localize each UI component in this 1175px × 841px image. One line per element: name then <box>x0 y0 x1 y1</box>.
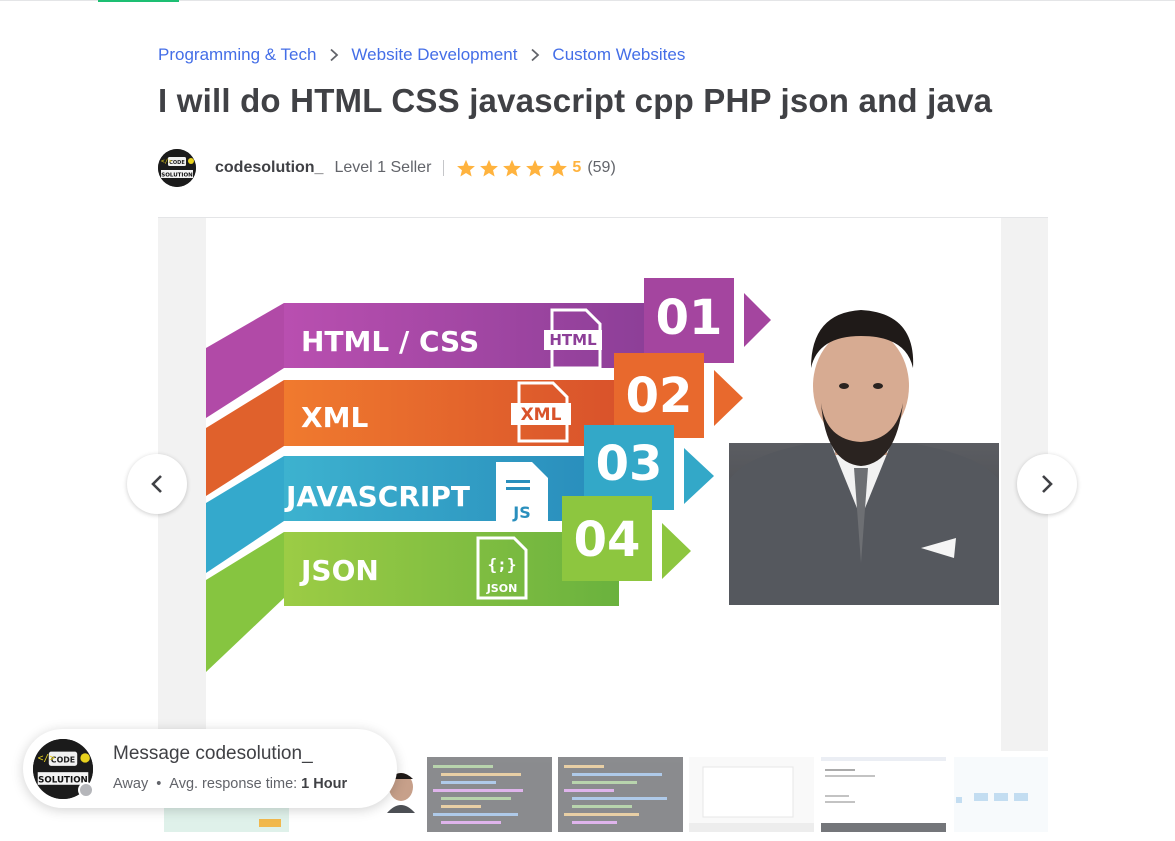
star-icon <box>549 159 568 177</box>
review-count-link[interactable]: (59) <box>587 159 615 177</box>
top-nav-active-indicator <box>98 0 179 2</box>
away-status-icon <box>78 782 94 798</box>
seller-overview: CODE </> SOLUTION codesolution_ Level 1 … <box>158 149 616 187</box>
svg-text:</>: </> <box>38 753 55 764</box>
gallery-thumbnail[interactable] <box>427 757 552 832</box>
breadcrumb-programming-tech[interactable]: Programming & Tech <box>158 45 316 65</box>
svg-text:03: 03 <box>596 436 663 492</box>
breadcrumb: Programming & Tech Website Development C… <box>158 44 685 66</box>
gallery-thumbnail[interactable] <box>821 757 946 832</box>
chevron-left-icon <box>151 475 162 493</box>
chat-title: Message codesolution_ <box>113 743 313 764</box>
seller-name-link[interactable]: codesolution_ <box>215 159 323 177</box>
star-rating <box>456 159 568 178</box>
response-time-label: Avg. response time: <box>169 776 298 792</box>
chat-status: Away <box>113 776 149 792</box>
svg-text:HTML: HTML <box>549 331 597 349</box>
gig-title: I will do HTML CSS javascript cpp PHP js… <box>158 82 993 119</box>
gallery-next-button[interactable] <box>1017 454 1077 514</box>
response-time-value: 1 Hour <box>301 776 348 792</box>
svg-text:01: 01 <box>656 290 723 346</box>
svg-text:</>: </> <box>161 158 172 165</box>
gallery-thumbnail[interactable] <box>689 757 814 832</box>
separator-dot: • <box>156 776 162 792</box>
breadcrumb-website-development[interactable]: Website Development <box>351 45 517 65</box>
svg-text:04: 04 <box>574 512 641 568</box>
star-icon <box>480 159 499 177</box>
chevron-right-icon <box>517 48 552 62</box>
chat-status-line: Away • Avg. response time: 1 Hour <box>113 776 347 792</box>
rating-score: 5 <box>572 159 582 176</box>
svg-text:{;}: {;} <box>488 555 517 574</box>
svg-text:JAVASCRIPT: JAVASCRIPT <box>284 480 470 513</box>
gallery-slide-image: 01 02 03 04 HTML / CSS XML JAVASCRIPT JS… <box>206 218 1001 751</box>
svg-text:JSON: JSON <box>486 582 518 595</box>
message-seller-bubble[interactable]: CODE </> SOLUTION Message codesolution_ … <box>23 729 397 808</box>
chevron-right-icon <box>316 48 351 62</box>
svg-text:SOLUTION: SOLUTION <box>161 173 193 179</box>
gallery-thumbnail[interactable] <box>954 757 1048 832</box>
seller-level: Level 1 Seller <box>334 159 432 176</box>
svg-text:JSON: JSON <box>299 554 379 587</box>
rating-divider <box>443 160 445 176</box>
gig-gallery: 01 02 03 04 HTML / CSS XML JAVASCRIPT JS… <box>158 217 1048 751</box>
chevron-right-icon <box>1042 475 1053 493</box>
gallery-thumbnail[interactable] <box>558 757 683 832</box>
svg-text:JS: JS <box>512 503 530 522</box>
star-icon <box>457 159 476 177</box>
svg-text:XML: XML <box>301 401 368 434</box>
svg-text:02: 02 <box>626 368 693 424</box>
star-icon <box>526 159 545 177</box>
star-icon <box>503 159 522 177</box>
seller-avatar[interactable]: CODE </> SOLUTION <box>158 149 196 187</box>
breadcrumb-custom-websites[interactable]: Custom Websites <box>552 45 685 65</box>
gallery-prev-button[interactable] <box>127 454 187 514</box>
svg-text:HTML / CSS: HTML / CSS <box>301 325 479 358</box>
svg-text:XML: XML <box>521 405 562 425</box>
